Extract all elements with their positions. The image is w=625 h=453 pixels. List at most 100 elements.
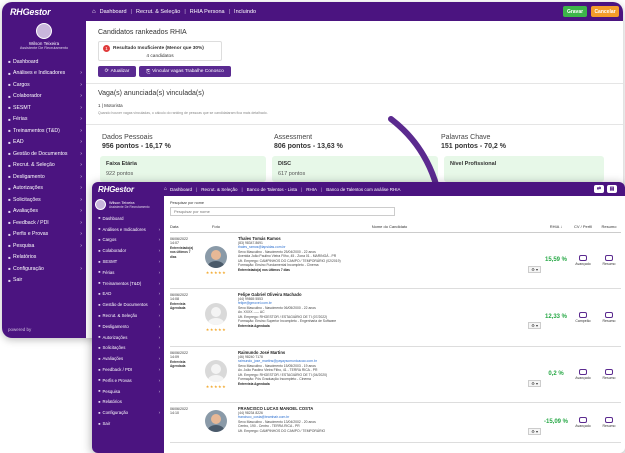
table-row[interactable]: 06/06/2022 14:09 Entrevista Agendada ★★★… [170, 346, 621, 403]
col-rhia-label: RHIA [549, 224, 560, 230]
sidebar-item-10[interactable]: ■ Desligamento › [92, 321, 164, 332]
sidebar-item-19[interactable]: ■ Sair [2, 275, 86, 287]
chevron-right-icon: › [80, 93, 82, 100]
summary-icon[interactable] [605, 254, 613, 261]
rating-stars[interactable]: ★★★★★ [196, 327, 236, 332]
breadcrumb-item[interactable]: Banco de Talentos com análise RHIA [326, 187, 400, 192]
sidebar-item-1[interactable]: ■ Análises e Indicadores › [92, 224, 164, 235]
link-vagas-button[interactable]: ⎘ Vincular vagas Trabalhe Conosco [139, 66, 231, 77]
sidebar-item-4[interactable]: ■ SESMT › [2, 102, 86, 114]
menu-icon: ■ [8, 59, 11, 65]
sidebar-item-7[interactable]: ■ EAD › [2, 137, 86, 149]
rating-stars[interactable]: ★★★★★ [196, 384, 236, 389]
sidebar-item-12[interactable]: ■ Solicitações › [2, 194, 86, 206]
breadcrumb-item[interactable]: Recrut. & Seleção [136, 9, 180, 15]
sidebar-item-3[interactable]: ■ Colaborador › [92, 245, 164, 256]
table-row[interactable]: 06/06/2022 14:10 FRANCISCO LUCAS MANOEL … [170, 402, 621, 443]
profile-icon[interactable] [579, 416, 587, 423]
faixa-value: 922 pontos [106, 171, 134, 177]
row-actions[interactable]: ⚙ ▾ [238, 266, 543, 274]
sidebar-item-16[interactable]: ■ Pesquisa › [92, 386, 164, 397]
gear-icon[interactable]: ⚙ ▾ [528, 322, 541, 330]
sidebar-item-14[interactable]: ■ Feedback / PDI › [2, 217, 86, 229]
row-actions[interactable]: ⚙ ▾ [238, 322, 543, 330]
profile-icon[interactable] [579, 254, 587, 261]
user-panel-front[interactable]: Wilson Teixeira Assistente De Recrutamen… [92, 196, 164, 213]
cancel-button[interactable]: Cancelar [591, 6, 619, 17]
summary-icon[interactable] [605, 311, 613, 318]
sidebar-item-label: Solicitações [102, 345, 126, 351]
search-input[interactable] [170, 207, 395, 216]
sidebar-item-13[interactable]: ■ Avaliações › [92, 353, 164, 364]
breadcrumb-item[interactable]: Incluindo [234, 9, 256, 15]
sidebar-item-6[interactable]: ■ Treinamentos (T&D) › [92, 278, 164, 289]
sidebar-item-0[interactable]: ■ Dashboard [2, 56, 86, 68]
sidebar-item-11[interactable]: ■ Autorizações › [92, 332, 164, 343]
breadcrumb-item[interactable]: RHIA [306, 187, 317, 192]
chevron-right-icon: › [158, 410, 160, 416]
sidebar-item-label: Sair [102, 421, 111, 427]
summary-icon[interactable] [605, 416, 613, 423]
update-button[interactable]: ⟳ Atualizar [98, 66, 136, 77]
breadcrumb-item[interactable]: RHIA Persona [190, 9, 225, 15]
sidebar-item-8[interactable]: ■ Gestão de Documentos › [2, 148, 86, 160]
sidebar-item-0[interactable]: ■ Dashboard [92, 213, 164, 224]
sidebar-item-4[interactable]: ■ SESMT › [92, 256, 164, 267]
sidebar-item-14[interactable]: ■ Feedback / PDI › [92, 364, 164, 375]
sidebar-item-6[interactable]: ■ Treinamentos (T&D) › [2, 125, 86, 137]
sidebar-item-11[interactable]: ■ Autorizações › [2, 183, 86, 195]
sidebar-item-9[interactable]: ■ Recrut. & Seleção › [92, 310, 164, 321]
gear-icon[interactable]: ⚙ ▾ [528, 266, 541, 274]
sidebar-item-15[interactable]: ■ Perfis e Provas › [92, 375, 164, 386]
save-button[interactable]: Gravar [563, 6, 587, 17]
gear-icon[interactable]: ⚙ ▾ [528, 428, 541, 436]
sidebar-item-18[interactable]: ■ Configuração › [2, 263, 86, 275]
sidebar-item-2[interactable]: ■ Cargos › [2, 79, 86, 91]
sidebar-item-label: Relatórios [13, 254, 37, 261]
sidebar-item-5[interactable]: ■ Férias › [2, 114, 86, 126]
sidebar-item-9[interactable]: ■ Recrut. & Seleção › [2, 160, 86, 172]
sidebar-item-19[interactable]: ■ Sair [92, 418, 164, 429]
breadcrumb-item[interactable]: Recrut. & Seleção [201, 187, 237, 192]
profile-icon[interactable] [579, 368, 587, 375]
sidebar-item-1[interactable]: ■ Análises e Indicadores › [2, 68, 86, 80]
gear-icon[interactable]: ⚙ ▾ [528, 380, 541, 388]
logo: RHGestor [10, 6, 51, 17]
sidebar-item-10[interactable]: ■ Desligamento › [2, 171, 86, 183]
sidebar-item-12[interactable]: ■ Solicitações › [92, 343, 164, 354]
profile-icon[interactable] [579, 311, 587, 318]
refresh-button[interactable]: ⇄ [594, 185, 604, 193]
sidebar-item-label: Recrut. & Seleção [13, 162, 55, 169]
chevron-right-icon: › [80, 162, 82, 169]
sidebar-item-5[interactable]: ■ Férias › [92, 267, 164, 278]
home-icon[interactable]: ⌂ [164, 186, 167, 192]
chevron-right-icon: › [158, 334, 160, 340]
sidebar-item-7[interactable]: ■ EAD › [92, 289, 164, 300]
row-actions[interactable]: ⚙ ▾ [238, 380, 543, 388]
sidebar-item-3[interactable]: ■ Colaborador › [2, 91, 86, 103]
sidebar-item-16[interactable]: ■ Pesquisa › [2, 240, 86, 252]
table-row[interactable]: 06/06/2022 14:08 Entrevista Agendada ★★★… [170, 288, 621, 347]
table-row[interactable]: 06/06/2022 14:07 Entrevistado(a) nos últ… [170, 232, 621, 289]
sidebar-item-2[interactable]: ■ Cargos › [92, 235, 164, 246]
col-rhia[interactable]: RHIA ↓ [543, 222, 569, 232]
sidebar-item-label: SESMT [13, 104, 31, 111]
sidebar-item-17[interactable]: ■ Relatórios [92, 397, 164, 408]
sidebar-item-13[interactable]: ■ Avaliações › [2, 206, 86, 218]
sidebar-item-8[interactable]: ■ Gestão de Documentos › [92, 299, 164, 310]
print-button[interactable]: ▤ [607, 185, 617, 193]
candidate-photo [205, 410, 227, 432]
breadcrumb-item[interactable]: Dashboard [100, 9, 127, 15]
sidebar-item-18[interactable]: ■ Configuração › [92, 407, 164, 418]
sidebar-item-15[interactable]: ■ Perfis e Provas › [2, 229, 86, 241]
home-icon[interactable]: ⌂ [92, 9, 96, 15]
menu-icon: ■ [8, 162, 11, 168]
breadcrumb-item[interactable]: Dashboard [170, 187, 192, 192]
row-actions[interactable]: ⚙ ▾ [238, 428, 543, 436]
user-panel[interactable]: Wilson Teixeira Assistente De Recrutamen… [2, 21, 86, 54]
rating-stars[interactable]: ★★★★★ [196, 270, 236, 275]
summary-icon[interactable] [605, 368, 613, 375]
sidebar-item-17[interactable]: ■ Relatórios [2, 252, 86, 264]
menu-icon: ■ [8, 231, 11, 237]
breadcrumb-item[interactable]: Banco de Talentos - Lista [247, 187, 297, 192]
